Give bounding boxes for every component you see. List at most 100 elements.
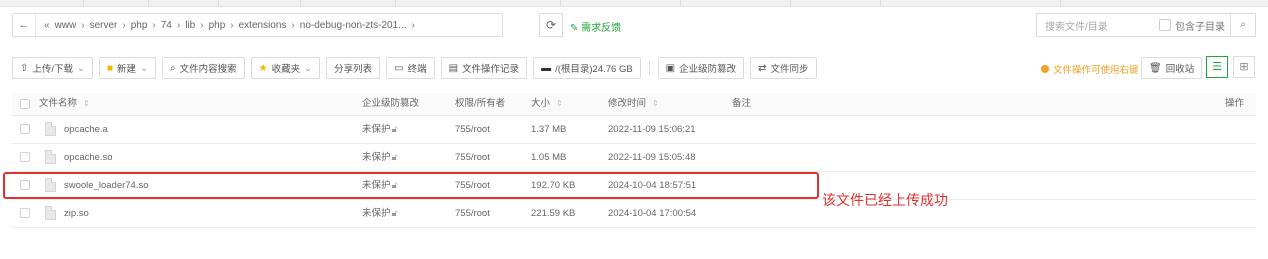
feedback-label: 需求反馈 (581, 23, 622, 34)
favorites-button[interactable]: ★ 收藏夹 ⌄ (250, 57, 321, 79)
log-icon: ▤ (448, 62, 459, 74)
perm-owner[interactable]: 755/root (455, 116, 490, 143)
breadcrumb-item-www[interactable]: www (55, 20, 77, 31)
chevron-down-icon: ⌄ (77, 62, 85, 74)
tamper-protect-button[interactable]: ▣ 企业级防篡改 (657, 57, 745, 79)
table-row[interactable]: opcache.so 未保护🔓︎ 755/root 1.05 MB 2022-1… (12, 144, 1256, 172)
modified-time: 2022-11-09 15:05:48 (608, 152, 696, 163)
protect-label: 未保护 (362, 208, 391, 219)
new-label: 新建 (117, 64, 137, 75)
terminal-button[interactable]: ▭ 终端 (386, 57, 435, 79)
back-icon[interactable]: ← (13, 14, 36, 36)
content-search-label: 文件内容搜索 (179, 64, 237, 75)
unlock-icon: 🔓︎ (391, 124, 398, 135)
modified-time: 2024-10-04 17:00:54 (608, 208, 697, 219)
table-row[interactable]: opcache.a 未保护🔓︎ 755/root 1.37 MB 2022-11… (12, 116, 1256, 144)
chevron-right-icon: › (176, 19, 181, 31)
tab-divider (680, 0, 681, 6)
terminal-label: 终端 (407, 64, 427, 75)
protect-status[interactable]: 未保护🔓︎ (362, 116, 398, 143)
tamper-label: 企业级防篡改 (679, 64, 737, 75)
col-size-label: 大小 (531, 98, 551, 109)
file-toolbar: ⇧ 上传/下载 ⌄ ■ 新建 ⌄ ⌕ 文件内容搜索 ★ 收藏夹 ⌄ 分享列表 ▭ 终端 ▤ 文件操… (12, 57, 823, 79)
breadcrumb-item-lib[interactable]: lib (185, 20, 195, 31)
chevron-down-icon: ⌄ (140, 62, 149, 74)
search-input[interactable]: 搜索文件/目录 (1037, 18, 1159, 33)
content-search-button[interactable]: ⌕ 文件内容搜索 (162, 57, 245, 79)
info-icon (1041, 65, 1049, 73)
chevron-down-icon: ⌄ (304, 62, 313, 74)
toolbar-divider (648, 61, 650, 75)
disk-button[interactable]: ▬/(根目录)24.76 GB (533, 57, 641, 79)
tab-divider (148, 0, 149, 6)
perm-owner[interactable]: 755/root (455, 144, 490, 171)
chevron-right-icon: › (230, 19, 234, 31)
protect-label: 未保护 (362, 124, 391, 135)
include-subdir-checkbox[interactable]: 包含子目录 (1159, 18, 1225, 33)
breadcrumb-collapse[interactable]: « (44, 20, 50, 31)
list-view-icon[interactable]: ☰ (1206, 56, 1228, 78)
view-toggle: ☰ ⊞ (1206, 56, 1260, 78)
upload-icon: ⇧ (20, 62, 29, 74)
feedback-link[interactable]: ✎ 需求反馈 (570, 19, 621, 34)
col-name[interactable]: 文件名称 ⇕ (39, 93, 90, 115)
protect-status[interactable]: 未保护🔓︎ (362, 144, 398, 171)
share-list-button[interactable]: 分享列表 (326, 57, 381, 79)
op-log-button[interactable]: ▤ 文件操作记录 (440, 57, 528, 79)
grid-view-icon[interactable]: ⊞ (1233, 56, 1255, 78)
breadcrumb-item-server[interactable]: server (90, 20, 118, 31)
row-checkbox[interactable] (20, 208, 30, 218)
protect-status[interactable]: 未保护🔓︎ (362, 200, 398, 227)
upload-download-button[interactable]: ⇧ 上传/下载 ⌄ (12, 57, 93, 79)
breadcrumb-item-php2[interactable]: php (209, 20, 226, 31)
highlight-box (3, 172, 819, 199)
file-name[interactable]: opcache.a (64, 116, 108, 143)
path-bar[interactable]: ← « www › server › php › 74 › lib › php › exte… (12, 13, 503, 37)
file-sync-button[interactable]: ⇄ 文件同步 (750, 57, 817, 79)
include-subdir-label: 包含子目录 (1175, 21, 1225, 33)
breadcrumb: « www › server › php › 74 › lib › php › extens… (36, 20, 420, 31)
op-log-label: 文件操作记录 (462, 64, 520, 75)
perm-owner[interactable]: 755/root (455, 200, 490, 227)
table-row[interactable]: zip.so 未保护🔓︎ 755/root 221.59 KB 2024-10-… (12, 200, 1256, 228)
sort-icon: ⇕ (652, 99, 659, 108)
chevron-right-icon[interactable]: › (412, 20, 415, 31)
breadcrumb-item-74[interactable]: 74 (161, 20, 172, 31)
sort-icon: ⇕ (83, 99, 90, 108)
breadcrumb-item-extensions[interactable]: extensions (239, 20, 287, 31)
tab-divider (560, 0, 561, 6)
new-button[interactable]: ■ 新建 ⌄ (99, 57, 157, 79)
chevron-right-icon: › (122, 19, 126, 31)
sync-label: 文件同步 (770, 64, 809, 75)
search-icon[interactable]: ⌕ (1230, 14, 1255, 36)
recycle-label: 回收站 (1165, 64, 1195, 75)
col-mtime[interactable]: 修改时间 ⇕ (608, 93, 659, 115)
trash-icon: 🗑 (1149, 62, 1162, 74)
recycle-bin-button[interactable]: 🗑 回收站 (1141, 57, 1203, 79)
col-note: 备注 (732, 98, 752, 109)
breadcrumb-item-php[interactable]: php (131, 20, 148, 31)
file-size: 221.59 KB (531, 208, 576, 219)
tab-divider (300, 0, 301, 6)
col-ops: 操作 (1225, 98, 1245, 109)
folder-icon: ■ (107, 62, 114, 74)
row-checkbox[interactable] (20, 124, 30, 134)
star-icon: ★ (258, 62, 268, 74)
file-size: 1.37 MB (531, 124, 567, 135)
file-name[interactable]: zip.so (64, 200, 89, 227)
disk-label: /(根目录)24.76 GB (555, 64, 633, 75)
col-size[interactable]: 大小 ⇕ (531, 93, 563, 115)
sort-icon: ⇕ (556, 99, 563, 108)
breadcrumb-item-current[interactable]: no-debug-non-zts-201... (300, 20, 407, 31)
refresh-icon[interactable]: ⟳ (539, 13, 563, 37)
annotation-text: 该文件已经上传成功 (822, 193, 948, 209)
upload-label: 上传/下载 (32, 64, 74, 75)
file-icon (45, 150, 56, 164)
select-all-checkbox[interactable] (20, 99, 30, 109)
row-checkbox[interactable] (20, 152, 30, 162)
hint-label: 文件操作可使用右键 (1053, 65, 1139, 76)
sync-icon: ⇄ (758, 62, 767, 74)
disk-icon: ▬ (541, 62, 552, 74)
file-table: 文件名称 ⇕ 企业级防篡改 权限/所有者 大小 ⇕ 修改时间 ⇕ 备注 操作 opca… (12, 93, 1256, 228)
file-name[interactable]: opcache.so (64, 144, 113, 171)
